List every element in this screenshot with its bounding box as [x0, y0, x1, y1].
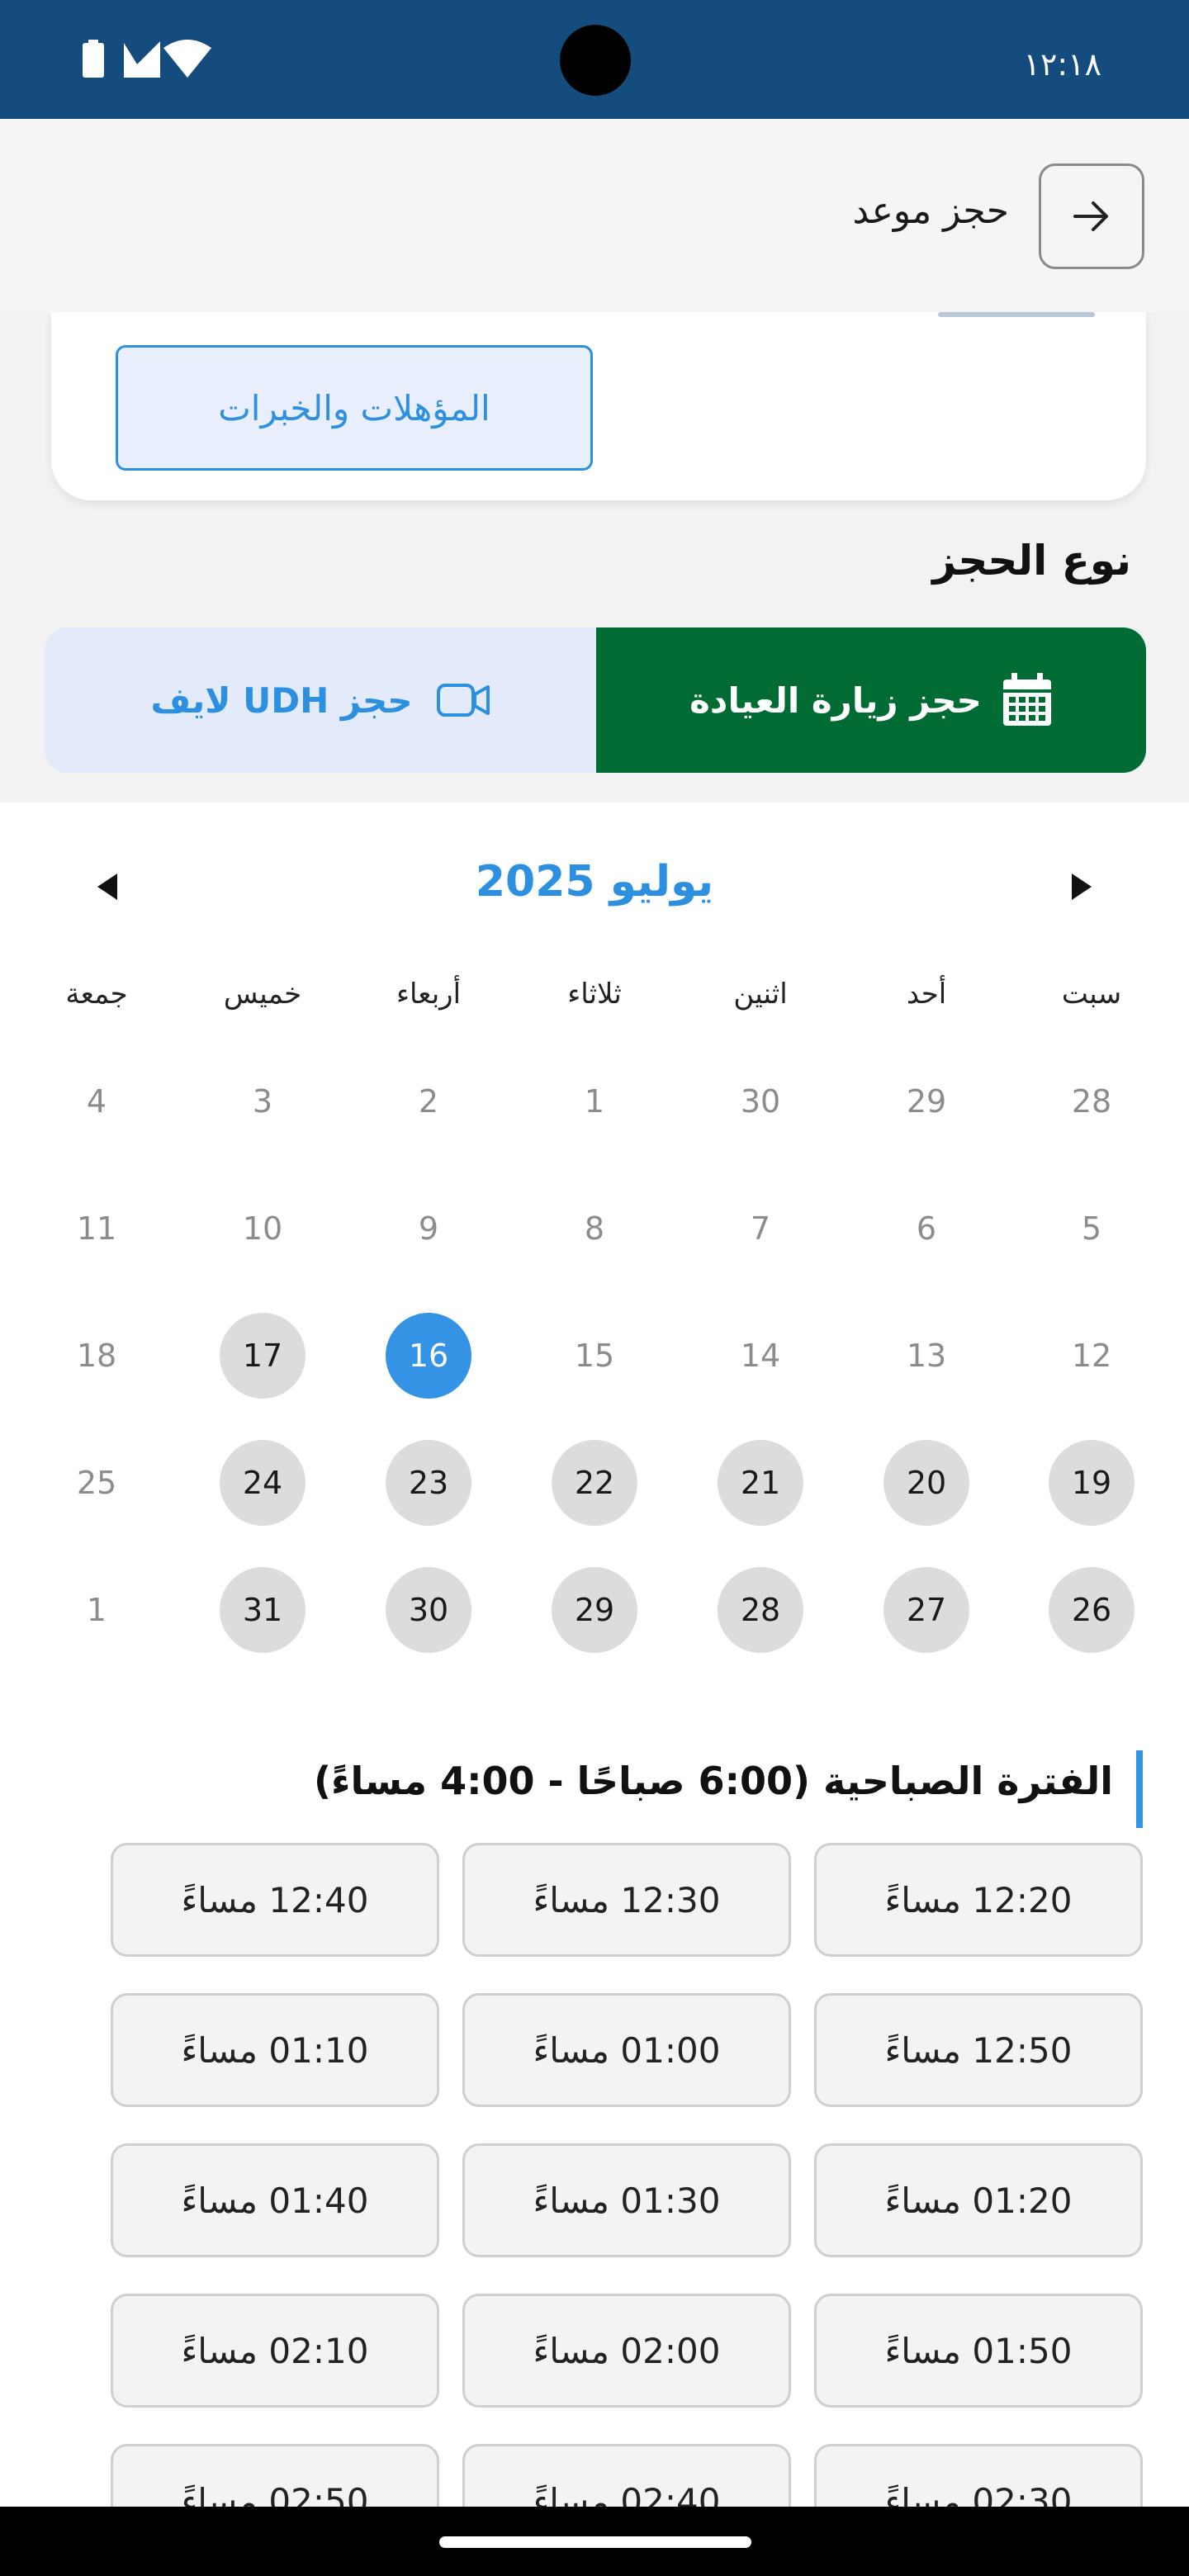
calendar-day: 25: [76, 1465, 117, 1501]
home-indicator[interactable]: [439, 2536, 751, 2548]
time-slot-button[interactable]: 01:30 مساءً: [462, 2143, 791, 2257]
calendar-day[interactable]: 16: [386, 1313, 471, 1399]
calendar-day[interactable]: 17: [220, 1313, 306, 1399]
calendar-day[interactable]: 29: [552, 1567, 637, 1653]
calendar-day: 1: [584, 1083, 605, 1120]
booking-type-selector: حجز UDH لايف حجز زيارة العيادة: [45, 627, 1146, 773]
calendar-day[interactable]: 30: [386, 1567, 471, 1653]
calendar-day[interactable]: 27: [883, 1567, 969, 1653]
calendar-day: 14: [740, 1338, 781, 1374]
signal-icon: [124, 41, 160, 78]
calendar-day[interactable]: 28: [718, 1567, 803, 1653]
back-button[interactable]: [1039, 163, 1144, 269]
weekday-header: خميس: [223, 978, 302, 1011]
calendar-day: 9: [418, 1210, 439, 1247]
calendar-day: 3: [252, 1083, 273, 1120]
time-slot-button[interactable]: 12:30 مساءً: [462, 1843, 791, 1957]
calendar-day: 28: [1071, 1083, 1112, 1120]
wifi-icon: [163, 40, 211, 78]
calendar-day[interactable]: 31: [220, 1567, 306, 1653]
calendar-day[interactable]: 21: [718, 1440, 803, 1526]
app-header: حجز موعد: [0, 119, 1189, 312]
system-navigation-bar: [0, 2507, 1189, 2576]
tab-udh-live-label: حجز UDH لايف: [150, 680, 413, 721]
time-slot-button[interactable]: 01:10 مساءً: [111, 1993, 439, 2107]
calendar-day: 29: [906, 1083, 947, 1120]
next-month-arrow-icon[interactable]: [1070, 872, 1093, 902]
qualifications-button[interactable]: المؤهلات والخبرات: [116, 345, 593, 471]
calendar-day: 1: [86, 1592, 107, 1628]
calendar-day: 7: [750, 1210, 771, 1247]
time-slot-button[interactable]: 02:00 مساءً: [462, 2294, 791, 2408]
calendar-icon: [1002, 673, 1051, 726]
calendar-day[interactable]: 22: [552, 1440, 637, 1526]
weekday-header: أربعاء: [396, 978, 462, 1011]
time-slot-button[interactable]: 12:40 مساءً: [111, 1843, 439, 1957]
weekday-header: أحد: [906, 978, 947, 1011]
time-slot-button[interactable]: 01:40 مساءً: [111, 2143, 439, 2257]
weekday-header: جمعة: [65, 978, 128, 1011]
calendar-day: 10: [242, 1210, 283, 1247]
calendar-day: 4: [86, 1083, 107, 1120]
time-slot-button[interactable]: 02:10 مساءً: [111, 2294, 439, 2408]
calendar-day: 30: [740, 1083, 781, 1120]
time-slot-button[interactable]: 01:20 مساءً: [814, 2143, 1143, 2257]
period-accent-bar: [1136, 1750, 1143, 1828]
calendar-day: 5: [1081, 1210, 1102, 1247]
calendar-day: 2: [418, 1083, 439, 1120]
weekday-header: ثلاثاء: [567, 978, 622, 1011]
arrow-right-icon: [1073, 201, 1108, 231]
booking-type-title: نوع الحجز: [932, 537, 1131, 585]
weekday-header: سبت: [1061, 978, 1122, 1011]
time-slot-button[interactable]: 12:50 مساءً: [814, 1993, 1143, 2107]
doctor-card: المؤهلات والخبرات: [51, 312, 1146, 500]
calendar-day: 12: [1071, 1338, 1112, 1374]
calendar-day[interactable]: 23: [386, 1440, 471, 1526]
status-bar: ١٢:١٨: [0, 0, 1189, 119]
calendar-day: 8: [584, 1210, 605, 1247]
calendar-day: 11: [76, 1210, 117, 1247]
doctor-image-edge: [938, 312, 1095, 317]
calendar-day: 13: [906, 1338, 947, 1374]
weekday-header: اثنين: [733, 978, 788, 1011]
calendar-day: 15: [574, 1338, 615, 1374]
calendar-day[interactable]: 24: [220, 1440, 306, 1526]
period-title: الفترة الصباحية (6:00 صباحًا - 4:00 مساء…: [313, 1759, 1113, 1803]
page-title: حجز موعد: [852, 190, 1009, 232]
tab-udh-live[interactable]: حجز UDH لايف: [45, 627, 596, 773]
month-title: يوليو 2025: [475, 857, 714, 907]
calendar-day[interactable]: 26: [1049, 1567, 1135, 1653]
time-slot-button[interactable]: 12:20 مساءً: [814, 1843, 1143, 1957]
video-camera-icon: [436, 684, 490, 717]
calendar-day[interactable]: 19: [1049, 1440, 1135, 1526]
status-time: ١٢:١٨: [1023, 46, 1101, 83]
calendar-day[interactable]: 20: [883, 1440, 969, 1526]
battery-icon: [83, 40, 104, 78]
calendar-day: 18: [76, 1338, 117, 1374]
time-slot-button[interactable]: 01:00 مساءً: [462, 1993, 791, 2107]
time-slot-button[interactable]: 01:50 مساءً: [814, 2294, 1143, 2408]
tab-clinic-visit-label: حجز زيارة العيادة: [689, 680, 982, 721]
camera-cutout: [560, 25, 631, 96]
tab-clinic-visit[interactable]: حجز زيارة العيادة: [596, 627, 1146, 773]
calendar-day: 6: [916, 1210, 937, 1247]
